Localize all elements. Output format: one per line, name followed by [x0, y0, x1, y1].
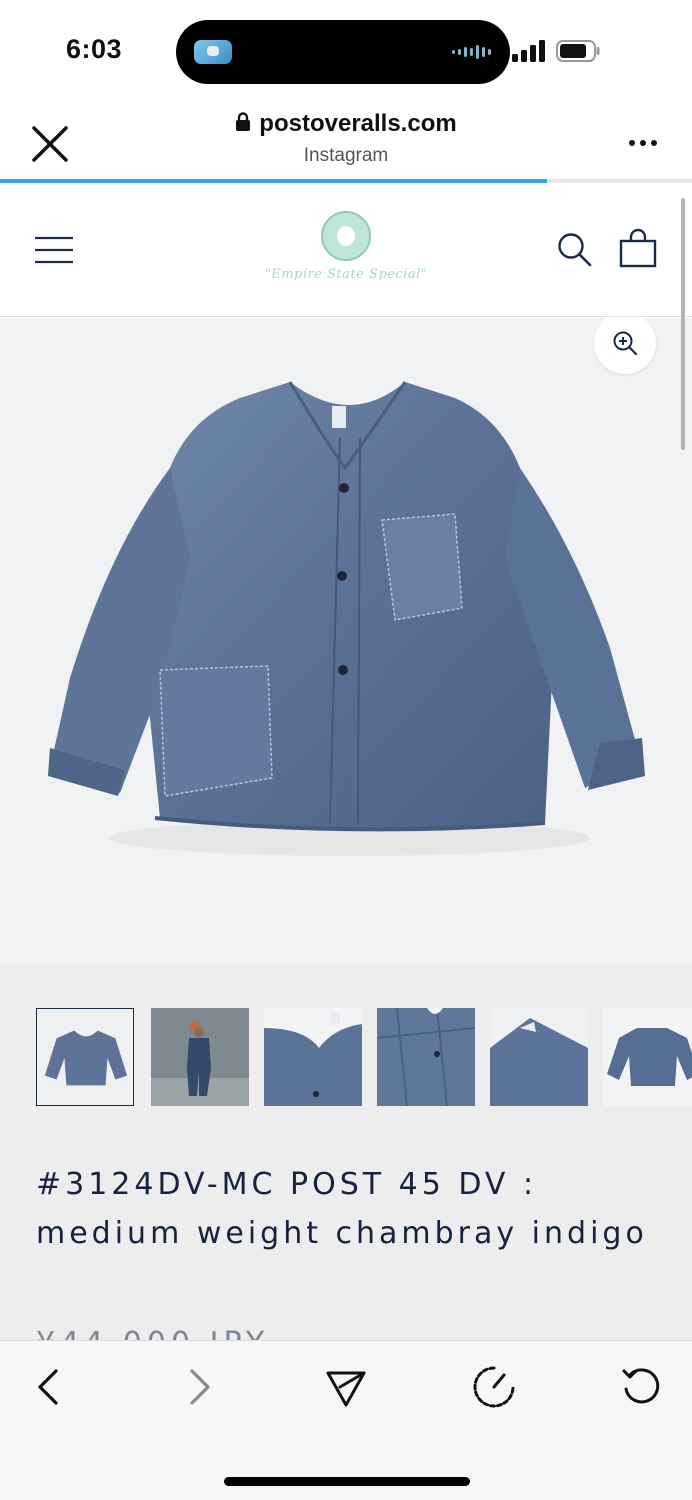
status-bar: 6:03: [0, 0, 692, 100]
audio-wave-icon: [452, 45, 491, 59]
thumbnail-collar-detail: [264, 1008, 362, 1106]
menu-icon[interactable]: [34, 235, 74, 265]
speed-icon[interactable]: [472, 1365, 516, 1409]
product-title: #3124DV-MC POST 45 DV : medium weight ch…: [36, 1167, 648, 1251]
search-icon[interactable]: [556, 231, 592, 267]
reload-icon[interactable]: [620, 1365, 664, 1409]
back-icon[interactable]: [26, 1365, 70, 1409]
browser-toolbar: [0, 1340, 692, 1500]
share-icon[interactable]: [324, 1365, 368, 1409]
product-main-image[interactable]: [0, 318, 692, 964]
product-photo-jacket: [48, 381, 645, 856]
thumbnail-2[interactable]: [151, 1008, 249, 1106]
status-time: 6:03: [66, 34, 123, 64]
thumbnail-6[interactable]: [603, 1008, 692, 1106]
thumbnail-3[interactable]: [264, 1008, 362, 1106]
browser-header: postoveralls.com Instagram: [0, 100, 692, 180]
status-icons: [512, 38, 632, 68]
thumbnail-model-full: [151, 1008, 249, 1106]
url-text: postoveralls.com: [259, 110, 457, 137]
thumbnail-1[interactable]: [36, 1008, 134, 1106]
battery-icon: [556, 40, 600, 62]
product-details: #3124DV-MC POST 45 DV : medium weight ch…: [0, 964, 692, 1361]
site-header: "Empire State Special": [0, 183, 692, 317]
home-indicator: [224, 1477, 470, 1486]
cellular-signal-icon: [512, 40, 545, 62]
zoom-in-icon: [613, 331, 638, 356]
lock-icon: [236, 112, 251, 131]
logo-tagline: "Empire State Special": [264, 267, 428, 282]
bag-icon[interactable]: [618, 228, 658, 268]
logo-emblem: [321, 211, 371, 261]
url-bar[interactable]: postoveralls.com: [0, 110, 692, 138]
thumbnail-jacket-front: [37, 1009, 133, 1105]
now-playing-thumbnail: [194, 40, 232, 64]
forward-icon[interactable]: [178, 1365, 222, 1409]
dynamic-island[interactable]: [176, 20, 510, 84]
browser-source-label: Instagram: [303, 145, 389, 166]
thumbnail-fabric-detail: [377, 1008, 475, 1106]
more-icon[interactable]: [628, 138, 658, 148]
thumbnail-jacket-back: [603, 1008, 692, 1106]
thumbnail-side-detail: [490, 1008, 588, 1106]
thumbnail-4[interactable]: [377, 1008, 475, 1106]
thumbnail-5[interactable]: [490, 1008, 588, 1106]
page-scrollbar[interactable]: [681, 198, 685, 450]
site-logo[interactable]: "Empire State Special": [260, 207, 432, 297]
